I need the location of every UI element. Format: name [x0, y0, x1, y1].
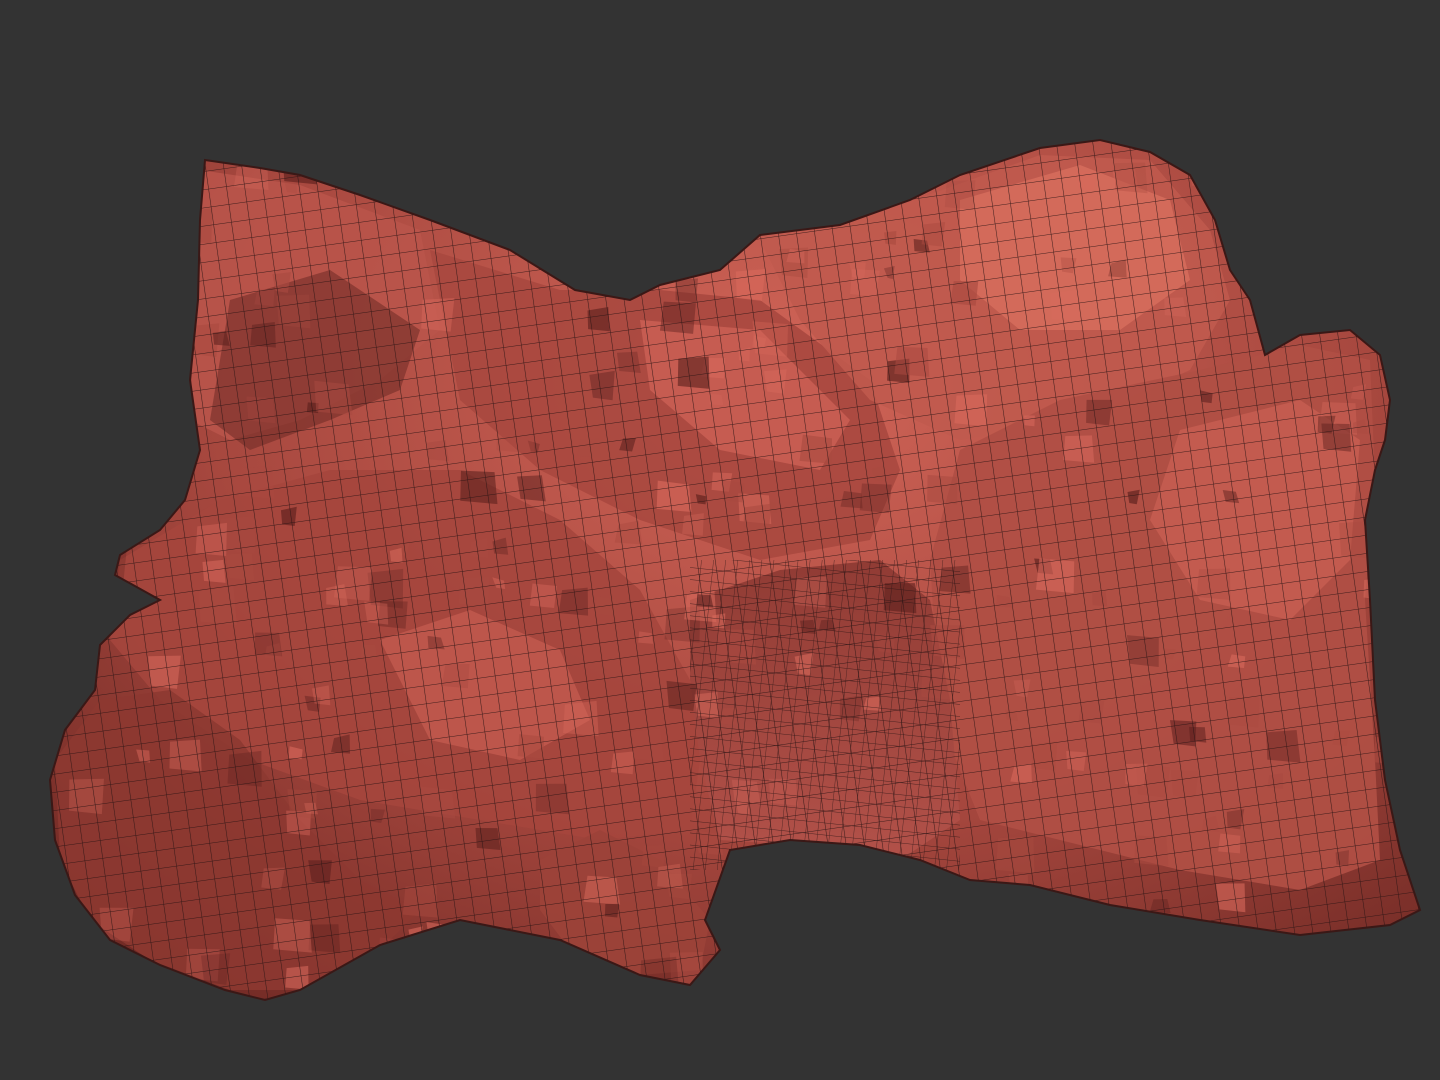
mesh-facet: [796, 168, 816, 189]
mesh-facet: [1323, 150, 1345, 170]
mesh-facet: [1033, 923, 1051, 935]
mesh-facet: [948, 152, 966, 168]
mesh-facet: [781, 971, 812, 999]
mesh-facet: [1174, 941, 1200, 963]
mesh-facet: [931, 872, 954, 892]
mesh-facet: [478, 195, 508, 227]
mesh-facet: [1280, 171, 1299, 193]
mesh-facet: [153, 284, 167, 297]
mesh-facet: [1373, 157, 1391, 175]
mesh-facet: [942, 151, 968, 175]
mesh-facet: [1357, 962, 1379, 984]
mesh-facet: [704, 236, 731, 259]
mesh-facet: [127, 441, 150, 462]
mesh-facet: [727, 864, 763, 898]
mesh-facet: [742, 897, 779, 937]
terrain-render: [49, 139, 1421, 1001]
mesh-facet: [158, 237, 180, 256]
mesh-facet: [1242, 174, 1262, 192]
mesh-facet: [1289, 202, 1304, 214]
mesh-facet: [1345, 277, 1374, 305]
mesh-facet: [167, 268, 183, 284]
mesh-facet: [612, 252, 634, 270]
mesh-facet: [451, 975, 463, 990]
mesh-facet: [715, 193, 735, 211]
mesh-facet: [84, 403, 113, 434]
mesh-facet: [777, 170, 797, 185]
mesh-facet: [773, 850, 795, 867]
mesh-facet: [939, 944, 971, 979]
mesh-facet: [1237, 186, 1270, 217]
mesh-facet: [617, 245, 643, 271]
mesh-facet: [145, 198, 168, 219]
mesh-facet: [921, 953, 943, 974]
mesh-facet: [66, 629, 97, 660]
mesh-facet: [1339, 237, 1367, 260]
mesh-facet: [295, 152, 309, 163]
mesh-facet: [121, 492, 155, 520]
mesh-facet: [135, 363, 159, 387]
mesh-facet: [1302, 150, 1325, 173]
3d-viewport[interactable]: [0, 0, 1440, 1080]
mesh-facet: [524, 168, 563, 204]
mesh-facet: [98, 331, 137, 369]
mesh-facet: [83, 304, 107, 330]
mesh-facet: [92, 434, 121, 461]
mesh-facet: [153, 334, 169, 349]
mesh-facet: [701, 157, 717, 173]
mesh-facet: [126, 456, 153, 479]
mesh-facet: [565, 222, 590, 249]
mesh-facet: [111, 184, 149, 219]
mesh-facet: [730, 942, 745, 959]
mesh-facet: [414, 942, 426, 955]
mesh-facet: [616, 159, 646, 185]
mesh-facet: [92, 278, 123, 307]
